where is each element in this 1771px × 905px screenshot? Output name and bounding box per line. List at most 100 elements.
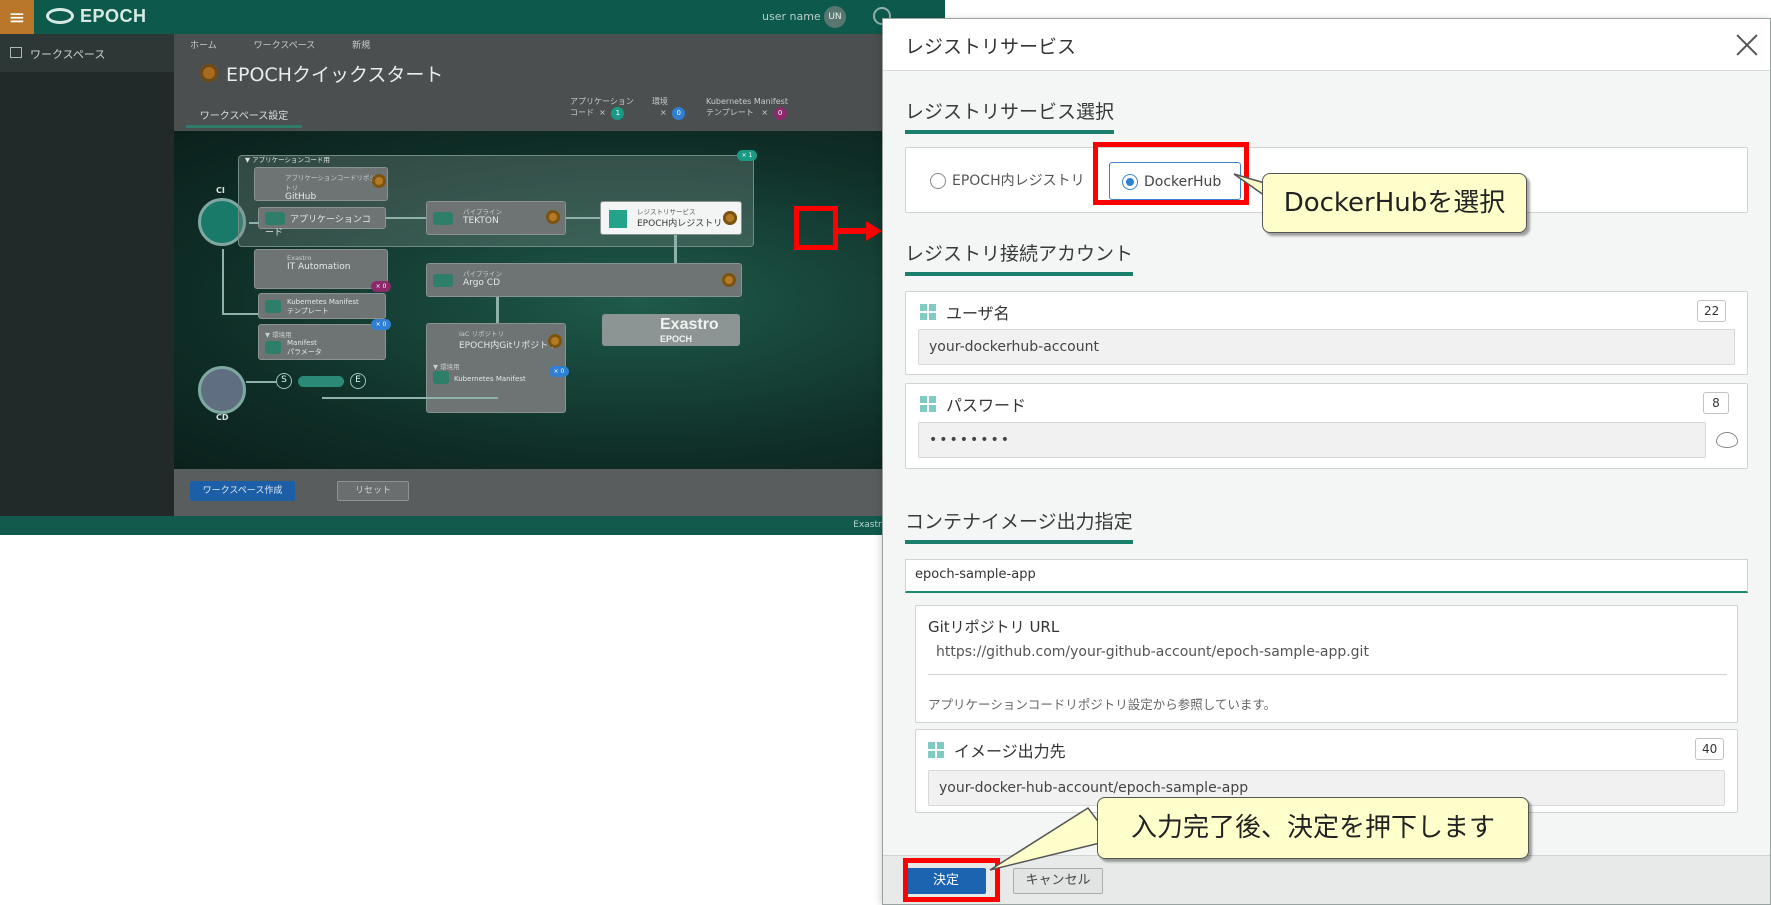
count-app-code: アプリケーション コード × 1 [570, 97, 634, 120]
count-label: 環境 [652, 97, 668, 106]
password-label: パスワード [920, 392, 1026, 416]
connector [249, 222, 259, 224]
action-bar: ワークスペース作成 リセット [174, 469, 945, 516]
count-badge: × 0 [371, 319, 391, 330]
tekton-node[interactable]: パイプライン TEKTON [426, 201, 566, 235]
dialog-header: レジストリサービス [883, 19, 1770, 71]
highlight-dockerhub [1093, 142, 1249, 205]
end-node: E [350, 373, 366, 389]
connector [566, 217, 600, 219]
connector [222, 313, 258, 315]
connector [496, 297, 499, 323]
group-label: ▼ 環境用 [265, 331, 292, 339]
callout-tail [989, 806, 1114, 871]
registry-settings-gear-icon[interactable] [723, 211, 737, 225]
folder-icon [265, 212, 285, 225]
logo-text: EPOCH [660, 334, 693, 344]
gear-icon [200, 64, 218, 82]
radio-epoch-registry[interactable]: EPOCH内レジストリ [918, 162, 1103, 200]
eye-icon[interactable] [1716, 432, 1738, 448]
image-dest-label: イメージ出力先 [928, 738, 1066, 762]
manifest-param-node[interactable]: ▼ 環境用 Manifest パラメータ [258, 324, 386, 360]
connector [674, 235, 677, 263]
cd-user-icon[interactable] [198, 366, 246, 414]
app-code-node[interactable]: アプリケーションコード [258, 207, 386, 238]
tab-workspace-settings[interactable]: ワークスペース設定 [186, 98, 302, 128]
breadcrumb: ホーム ワークスペース 新規 [190, 38, 404, 51]
gear-icon[interactable] [546, 210, 560, 224]
callout-select-dockerhub: DockerHubを選択 [1262, 173, 1527, 233]
arrow-shaft [838, 228, 868, 234]
node-title: Kubernetes Manifest [287, 298, 359, 306]
connector [222, 249, 224, 315]
grid-icon [928, 742, 944, 758]
menu-icon[interactable]: ≡ [0, 0, 34, 34]
iac-node[interactable]: IaC リポジトリ EPOCH内Gitリポジトリ ▼ 環境用 Kubernete… [426, 323, 566, 413]
list-icon [10, 47, 22, 58]
folder-icon [265, 300, 281, 313]
username-label: ユーザ名 [920, 300, 1010, 324]
gear-icon[interactable] [722, 273, 736, 287]
connector [386, 217, 426, 219]
sidebar: ワークスペース [0, 34, 174, 516]
avatar[interactable]: UN [824, 6, 846, 28]
dialog-title: レジストリサービス [905, 36, 1077, 58]
registry-node[interactable]: レジストリサービス EPOCH内レジストリ [600, 201, 742, 235]
page-title: EPOCHクイックスタート [226, 64, 444, 86]
count-badge: 1 [611, 107, 625, 120]
connector [246, 381, 276, 383]
deploy-pipe: S E [276, 373, 388, 391]
exastro-epoch-logo: Exastro EPOCH [602, 314, 740, 346]
ita-node[interactable]: Exastro IT Automation [254, 249, 388, 289]
git-repo-url: https://github.com/your-github-account/e… [936, 644, 1369, 660]
arrow-head [866, 221, 882, 241]
count-environment: 環境 × 0 [652, 97, 686, 120]
callout-press-ok: 入力完了後、決定を押下します [1097, 797, 1529, 859]
count-badge: 0 [773, 107, 787, 120]
breadcrumb-home[interactable]: ホーム [190, 41, 217, 51]
password-input[interactable]: •••••••• [918, 422, 1706, 458]
app-main: ホーム ワークスペース 新規 EPOCHクイックスタート ワークスペース設定 ア… [174, 34, 945, 516]
reset-button[interactable]: リセット [337, 481, 409, 501]
count-label: アプリケーション [570, 97, 634, 106]
field-label-text: パスワード [946, 396, 1027, 415]
create-workspace-button[interactable]: ワークスペース作成 [190, 481, 295, 501]
grid-icon [920, 304, 936, 320]
username-card: ユーザ名 22 your-dockerhub-account [905, 291, 1748, 375]
git-repo-note: アプリケーションコードリポジトリ設定から参照しています。 [928, 697, 1277, 712]
node-sub: アプリケーションコードリポジトリ [285, 174, 376, 192]
char-counter: 40 [1695, 738, 1725, 760]
group-label: ▼ 環境用 [433, 363, 460, 371]
callout-tail-shape [989, 806, 1114, 871]
gear-icon[interactable] [548, 334, 562, 348]
argo-node[interactable]: パイプライン Argo CD [426, 263, 742, 297]
workflow-canvas: CI CD ▼ アプリケーションコード用 × 1 アプリケーションコードリポジト… [174, 131, 945, 469]
node-title: テンプレート [287, 307, 329, 315]
highlight-gear [794, 206, 838, 250]
close-icon[interactable] [1734, 31, 1760, 57]
char-counter: 22 [1697, 300, 1727, 322]
app-footer: Exastro EPOCH Ve [0, 516, 945, 535]
count-label: コード [570, 108, 594, 117]
count-badge: 0 [672, 107, 686, 120]
username-input[interactable]: your-dockerhub-account [918, 329, 1735, 365]
epoch-app-background: ≡ EPOCH user name UN ワークスペース ホーム ワークスペース… [0, 0, 945, 535]
gear-icon[interactable] [372, 174, 386, 188]
sidebar-item-workspace[interactable]: ワークスペース [0, 34, 174, 72]
pipeline-icon [433, 274, 453, 287]
radio-circle-icon [930, 173, 946, 189]
group-label: ▼ アプリケーションコード用 [245, 156, 330, 164]
radio-label: EPOCH内レジストリ [952, 173, 1085, 189]
epoch-logo: EPOCH [46, 6, 147, 27]
count-badge: × 0 [549, 366, 569, 377]
node-title: Manifest [287, 339, 317, 347]
pointer-arrow [838, 221, 882, 241]
k8s-template-node[interactable]: Kubernetes Manifest テンプレート [258, 293, 386, 319]
divider [928, 674, 1727, 675]
logo-text: EPOCH [80, 6, 147, 26]
node-sub: パイプライン [463, 270, 502, 278]
breadcrumb-workspace[interactable]: ワークスペース [254, 41, 316, 51]
github-node[interactable]: アプリケーションコードリポジトリ GitHub [254, 167, 388, 202]
git-repo-label: Gitリポジトリ URL [928, 618, 1060, 636]
field-label-text: ユーザ名 [946, 304, 1010, 323]
